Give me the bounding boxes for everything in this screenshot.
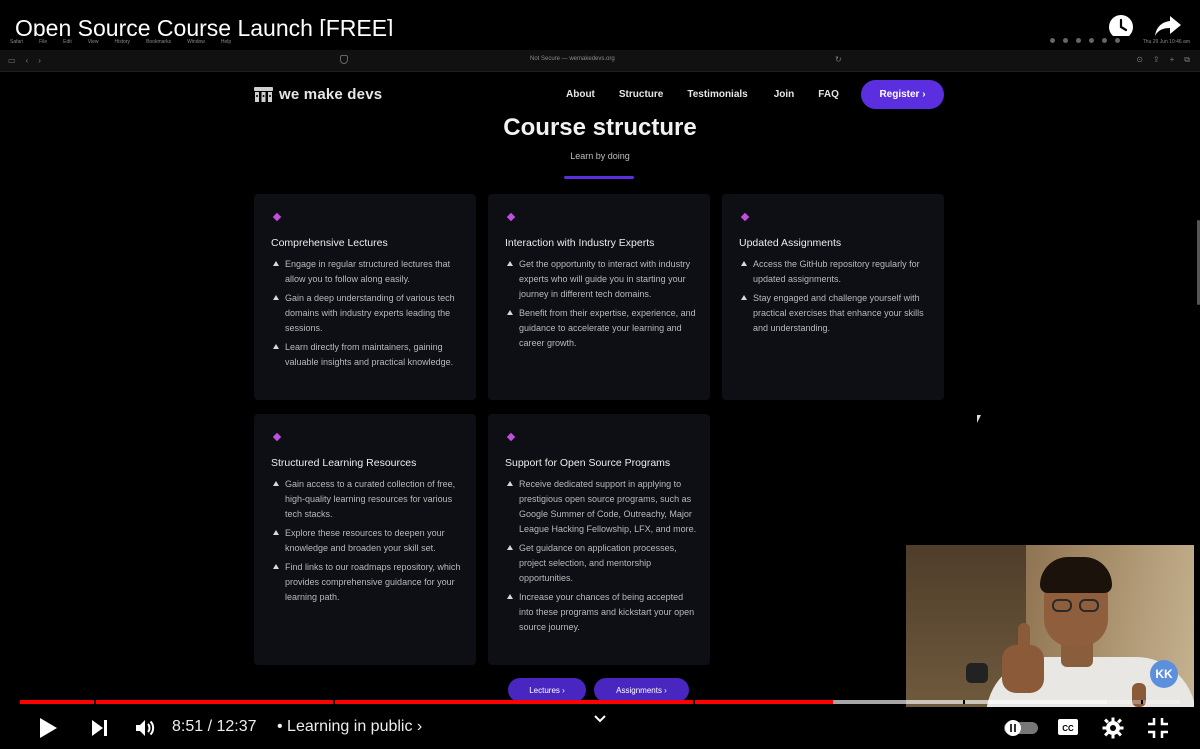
nav-about[interactable]: About [566,89,595,100]
card-updated-assignments: Updated Assignments Access the GitHub re… [722,194,944,400]
card-open-source-programs: Support for Open Source Programs Receive… [488,414,710,665]
chapter-title[interactable]: • Learning in public › [277,718,422,736]
diamond-icon [506,432,516,442]
chapter-marker [963,700,966,704]
card-list: Receive dedicated support in applying to… [505,477,700,639]
toolbar-nav: ▭ ‹ › [8,56,41,65]
chapter-marker [1140,700,1143,704]
play-icon[interactable] [38,717,58,744]
chapter-marker [94,700,97,704]
chevron-down-icon[interactable] [593,711,607,727]
list-item: Engage in regular structured lectures th… [271,257,466,287]
webcam-overlay: KK [906,545,1194,707]
list-item: Benefit from their expertise, experience… [505,306,700,351]
card-title: Comprehensive Lectures [271,237,388,249]
nav-testimonials[interactable]: Testimonials [687,89,747,100]
webcam-hand [1002,645,1044,693]
logo-text: we make devs [279,85,383,103]
chapter-marker [692,700,695,704]
list-item: Gain access to a curated collection of f… [271,477,466,522]
forward-icon[interactable]: › [38,56,41,65]
exit-fullscreen-icon[interactable] [1147,717,1169,744]
section-subheading: Learn by doing [570,151,630,161]
menubar-item[interactable]: Safari [10,39,23,45]
card-list: Get the opportunity to interact with ind… [505,257,700,355]
card-title: Updated Assignments [739,237,842,249]
settings-gear-icon[interactable] [1102,717,1124,744]
svg-text:CC: CC [1062,724,1074,733]
section-heading: Course structure [503,114,697,141]
list-item: Access the GitHub repository regularly f… [739,257,934,287]
card-learning-resources: Structured Learning Resources Gain acces… [254,414,476,665]
kk-badge: KK [1150,660,1178,688]
menubar-item[interactable]: View [88,39,99,45]
list-item: Receive dedicated support in applying to… [505,477,700,537]
card-industry-experts: Interaction with Industry Experts Get th… [488,194,710,400]
reload-icon[interactable]: ↻ [835,55,842,64]
chapter-marker [333,700,336,704]
next-icon[interactable] [90,717,110,744]
autoplay-toggle[interactable] [1003,719,1039,742]
player-controls: 8:51 / 12:37 • Learning in public › CC [0,707,1200,749]
time-display: 8:51 / 12:37 [172,718,257,735]
glasses-icon [1052,599,1102,613]
menubar-item[interactable]: Bookmarks [146,39,171,45]
menubar-item[interactable]: Edit [63,39,72,45]
card-list: Access the GitHub repository regularly f… [739,257,934,340]
card-title: Structured Learning Resources [271,457,417,469]
mouse-cursor-icon [977,415,984,423]
diamond-icon [272,212,282,222]
address-bar[interactable]: Not Secure — wemakedevs.org [530,56,615,62]
privacy-shield-icon[interactable] [340,55,348,64]
heading-underline [564,176,634,179]
site-logo[interactable]: we make devs [253,84,382,104]
tab-overview-icon[interactable]: ⧉ [1184,55,1190,65]
list-item: Explore these resources to deepen your k… [271,526,466,556]
menubar-clock: Thu 29 Jun 10:46 am [1142,39,1190,45]
menubar-status-icons [1050,38,1120,43]
menubar-item[interactable]: File [39,39,47,45]
played-bar [20,700,834,704]
nav-structure[interactable]: Structure [619,89,663,100]
diamond-icon [740,212,750,222]
logo-mark-icon [254,87,273,102]
toolbar-actions: ⊙ ⇪ + ⧉ [1136,55,1190,65]
list-item: Learn directly from maintainers, gaining… [271,340,466,370]
diamond-icon [506,212,516,222]
card-list: Engage in regular structured lectures th… [271,257,466,374]
browser-toolbar: ▭ ‹ › Not Secure — wemakedevs.org ↻ ⊙ ⇪ … [0,50,1200,72]
video-progress-bar[interactable] [20,700,1180,704]
watch-icon [966,663,988,683]
list-item: Get guidance on application processes, p… [505,541,700,586]
card-list: Gain access to a curated collection of f… [271,477,466,609]
list-item: Get the opportunity to interact with ind… [505,257,700,302]
nav-join[interactable]: Join [774,89,795,100]
sidebar-icon[interactable]: ▭ [8,56,16,65]
macos-menubar: Safari File Edit View History Bookmarks Window… [0,36,1200,48]
site-nav: About Structure Testimonials Join FAQ [566,89,839,100]
list-item: Increase your chances of being accepted … [505,590,700,635]
card-title: Interaction with Industry Experts [505,237,655,249]
share-page-icon[interactable]: ⇪ [1153,55,1160,65]
webcam-hair [1040,557,1112,593]
download-icon[interactable]: ⊙ [1136,55,1143,65]
new-tab-icon[interactable]: + [1170,55,1175,65]
menubar-item[interactable]: Help [221,39,231,45]
diamond-icon [272,432,282,442]
card-comprehensive-lectures: Comprehensive Lectures Engage in regular… [254,194,476,400]
menubar-item[interactable]: Window [187,39,205,45]
volume-icon[interactable] [134,717,156,744]
back-icon[interactable]: ‹ [26,56,29,65]
list-item: Find links to our roadmaps repository, w… [271,560,466,605]
list-item: Stay engaged and challenge yourself with… [739,291,934,336]
card-title: Support for Open Source Programs [505,457,671,469]
captions-icon[interactable]: CC [1057,717,1079,742]
menubar-item[interactable]: History [115,39,131,45]
nav-faq[interactable]: FAQ [818,89,839,100]
register-button[interactable]: Register › [861,80,944,109]
lectures-button[interactable]: Lectures › [508,678,586,702]
list-item: Gain a deep understanding of various tec… [271,291,466,336]
menubar-items: Safari File Edit View History Bookmarks Window… [10,39,231,45]
assignments-button[interactable]: Assignments › [594,678,689,702]
